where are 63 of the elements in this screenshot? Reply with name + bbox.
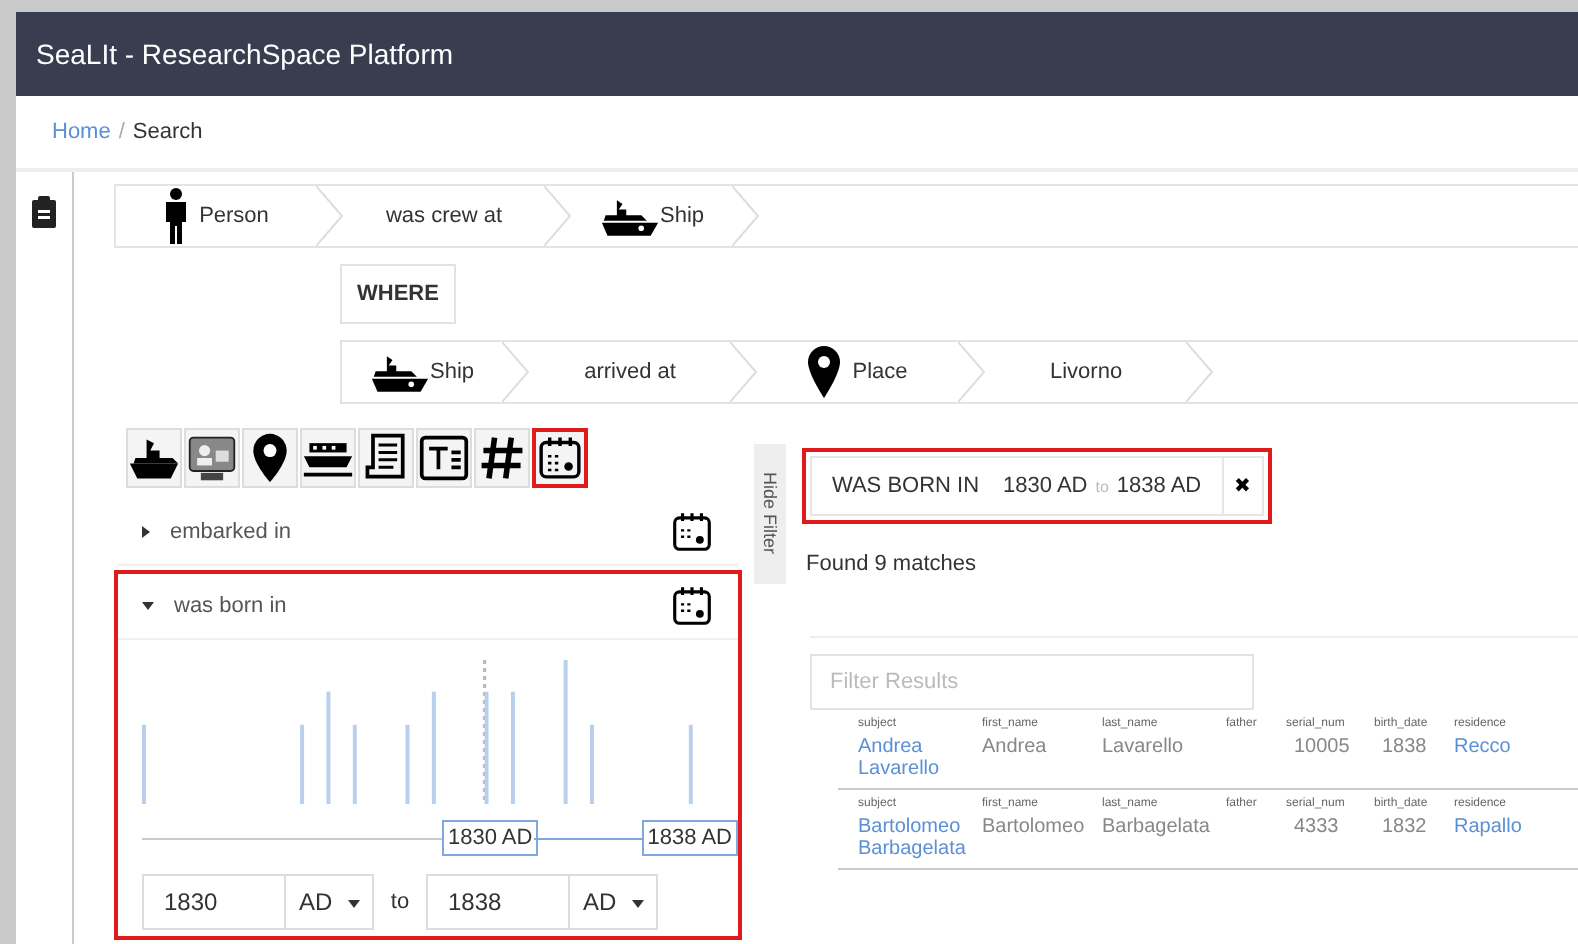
map-pin-icon — [808, 346, 841, 398]
query-step[interactable]: Person — [116, 186, 316, 246]
query-step[interactable]: Ship — [342, 342, 503, 402]
table-cell-text: 4333 — [1292, 816, 1339, 838]
ship-icon — [600, 195, 660, 237]
breadcrumb-current: Search — [132, 120, 203, 144]
filter-value: 1838 AD — [1116, 474, 1202, 498]
person-icon — [163, 188, 188, 244]
histogram-bar — [688, 724, 693, 804]
ship-icon — [370, 351, 430, 393]
filter-value: 1830 AD — [1003, 474, 1088, 498]
query-step[interactable]: Ship — [572, 186, 733, 246]
histogram-bar — [352, 724, 357, 804]
to-year-field[interactable]: 1838 — [426, 874, 570, 930]
era-dropdown[interactable]: AD — [570, 874, 658, 930]
table-cell-text: 10005 — [1292, 736, 1350, 758]
query-step[interactable]: Livorno — [986, 342, 1187, 402]
query-step[interactable]: arrived at — [530, 342, 731, 402]
from-year-field[interactable]: 1830 — [142, 874, 286, 930]
range-handle[interactable]: 1830 AD — [442, 820, 539, 856]
histogram-bar — [431, 691, 436, 804]
breadcrumb-separator: / — [118, 120, 125, 144]
profile-card-icon — [186, 432, 238, 484]
histogram-bar — [300, 724, 305, 804]
hash-icon — [476, 432, 528, 484]
results-count: Found 9 matches — [806, 552, 978, 576]
caret-icon — [347, 899, 359, 908]
histogram-bar — [563, 660, 568, 804]
range-separator: to — [388, 890, 412, 914]
caret-icon — [142, 526, 150, 538]
facet-label: was born in — [174, 594, 289, 618]
histogram-bar — [510, 691, 515, 804]
filter-name: WAS BORN IN — [832, 474, 980, 498]
clipboard-icon[interactable] — [32, 196, 56, 228]
histogram-bar — [326, 691, 331, 804]
calendar-icon — [670, 584, 714, 628]
caret-icon — [142, 602, 154, 610]
where-label: WHERE — [340, 264, 456, 324]
query-step[interactable]: was crew at — [344, 186, 544, 246]
table-cell-text: 1832 — [1380, 816, 1427, 838]
table-cell: Bartolomeo — [982, 816, 1085, 838]
caret-icon — [631, 899, 643, 908]
table-cell: Barbagelata — [1102, 816, 1210, 838]
calendar-icon — [536, 432, 584, 484]
facet-label: embarked in — [170, 520, 294, 544]
hide-filter-tab[interactable]: Hide Filter — [754, 444, 786, 584]
histogram-bar — [484, 691, 489, 804]
range-handle[interactable]: 1838 AD — [641, 820, 738, 856]
calendar-icon — [670, 510, 714, 554]
filter-separator: to — [1095, 477, 1109, 495]
app-title: SeaLIt - ResearchSpace Platform — [36, 38, 454, 70]
marker-line — [483, 660, 486, 804]
table-cell-text: 1838 — [1380, 736, 1427, 758]
filter-field[interactable]: Filter Results — [810, 654, 1254, 710]
query-step[interactable]: Place — [758, 342, 959, 402]
facet-tab[interactable] — [532, 428, 588, 488]
table-cell: Lavarello — [1102, 736, 1184, 758]
facet-header[interactable]: embarked in — [118, 500, 738, 566]
histogram-bar — [405, 724, 410, 804]
facet-header[interactable]: was born in — [118, 574, 738, 640]
table-cell: Andrea — [982, 736, 1047, 758]
era-dropdown[interactable]: AD — [286, 874, 374, 930]
text-field-icon — [418, 432, 470, 484]
